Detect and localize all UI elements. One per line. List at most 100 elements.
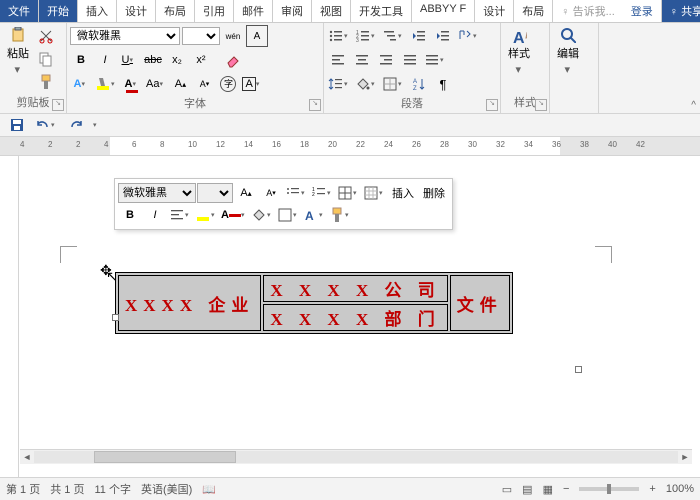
table-cell-file[interactable]: 文件 [450, 275, 510, 331]
horizontal-ruler[interactable]: 4224681012141618202224262830323436384042 [0, 137, 700, 156]
editing-button[interactable]: 编辑▾ [553, 25, 583, 78]
mini-font-select[interactable]: 微软雅黑 [118, 183, 196, 203]
tab-developer[interactable]: 开发工具 [351, 0, 412, 22]
mini-borders[interactable]: ▾ [276, 203, 301, 227]
format-painter-button[interactable] [35, 71, 57, 93]
tab-file[interactable]: 文件 [0, 0, 39, 22]
strikethrough-button[interactable]: abc [142, 49, 164, 71]
font-name-select[interactable]: 微软雅黑 [70, 27, 180, 45]
tab-design[interactable]: 设计 [117, 0, 156, 22]
mini-highlight[interactable]: ▾ [194, 203, 219, 227]
mini-delete-menu[interactable]: 删除 [419, 185, 449, 201]
tab-review[interactable]: 审阅 [273, 0, 312, 22]
zoom-slider[interactable] [579, 487, 639, 491]
line-spacing-button[interactable]: ▾ [327, 73, 352, 95]
cut-button[interactable] [35, 25, 57, 47]
tab-insert[interactable]: 插入 [78, 0, 117, 22]
subscript-button[interactable]: x₂ [166, 49, 188, 71]
horizontal-scrollbar[interactable]: ◄ ► [20, 449, 692, 464]
underline-button[interactable]: U▾ [118, 49, 140, 71]
status-language[interactable]: 英语(美国) [141, 481, 192, 497]
superscript-button[interactable]: x² [190, 49, 212, 71]
mini-drawtable[interactable]: ▾ [362, 181, 387, 205]
mini-styles[interactable]: A▾ [302, 203, 327, 227]
mini-shrink-font[interactable]: A▾ [259, 181, 283, 205]
document-table[interactable]: XXXX 企业 X X X X 公 司 文件 X X X X 部 门 [115, 272, 513, 334]
show-marks-button[interactable]: ¶ [432, 73, 454, 95]
mini-refcell[interactable]: ▾ [336, 181, 361, 205]
status-pages[interactable]: 共 1 页 [50, 481, 84, 497]
tell-me[interactable]: ♀ 告诉我... [553, 0, 622, 22]
multilevel-button[interactable]: ▾ [381, 25, 406, 47]
mini-grow-font[interactable]: A▴ [234, 181, 258, 205]
collapse-ribbon-button[interactable]: ^ [691, 100, 696, 111]
mini-italic[interactable]: I [143, 203, 167, 227]
phonetic-guide-button[interactable]: wén [222, 25, 244, 47]
scroll-left-button[interactable]: ◄ [20, 452, 34, 462]
scroll-right-button[interactable]: ► [678, 452, 692, 462]
table-cell-r2[interactable]: X X X X 部 门 [263, 304, 447, 331]
table-handle-left[interactable] [112, 314, 119, 321]
align-center-button[interactable] [351, 49, 373, 71]
tab-abbyy[interactable]: ABBYY F [412, 0, 475, 22]
font-color-button[interactable]: A▾ [121, 73, 143, 95]
mini-insert-menu[interactable]: 插入 [388, 185, 418, 201]
zoom-out-button[interactable]: − [563, 483, 569, 495]
shading-button[interactable]: ▾ [354, 73, 379, 95]
italic-button[interactable]: I [94, 49, 116, 71]
char-border-button[interactable]: A [246, 25, 268, 47]
shrink-font-button[interactable]: A▾ [193, 73, 215, 95]
scroll-thumb[interactable] [94, 451, 236, 463]
sort-button[interactable]: AZ [408, 73, 430, 95]
zoom-level[interactable]: 100% [666, 483, 694, 495]
clear-formatting-button[interactable] [222, 49, 244, 71]
qat-customize-button[interactable]: ▾ [93, 121, 100, 129]
table-cell-company-name[interactable]: XXXX 企业 [118, 275, 261, 331]
mini-formatpainter[interactable]: ▾ [328, 203, 353, 227]
highlight-button[interactable]: ▾ [94, 73, 119, 95]
table-handle-br[interactable] [575, 366, 582, 373]
increase-indent-button[interactable] [432, 25, 454, 47]
share-button[interactable]: ♀ 共享 [662, 0, 700, 22]
enclose-char-button[interactable]: 字 [217, 73, 239, 95]
decrease-indent-button[interactable] [408, 25, 430, 47]
font-dialog-launcher[interactable]: ↘ [309, 99, 321, 111]
char-shading-button[interactable]: Aa▾ [145, 73, 167, 95]
borders-button[interactable]: ▾ [381, 73, 406, 95]
numbering-button[interactable]: 123▾ [354, 25, 379, 47]
tab-mailings[interactable]: 邮件 [234, 0, 273, 22]
document-area[interactable]: 微软雅黑 A▴ A▾ ▾ 12▾ ▾ ▾ 插入 删除 B I ▾ ▾ A▾ ▾ … [0, 156, 700, 486]
view-print-layout[interactable]: ▭ [502, 483, 512, 496]
mini-bullets[interactable]: ▾ [284, 181, 309, 205]
mini-shading[interactable]: ▾ [250, 203, 275, 227]
table-cell-r1[interactable]: X X X X 公 司 [263, 275, 447, 302]
justify-button[interactable] [399, 49, 421, 71]
text-direction-button[interactable]: ▾ [456, 25, 481, 47]
grow-font-button[interactable]: A▴ [169, 73, 191, 95]
mini-align[interactable]: ▾ [168, 203, 193, 227]
tab-table-design[interactable]: 设计 [475, 0, 514, 22]
status-proofing-icon[interactable]: 📖 [202, 483, 216, 496]
char-border2-button[interactable]: A▾ [241, 73, 263, 95]
mini-fontcolor[interactable]: A▾ [220, 203, 249, 227]
styles-button[interactable]: A 样式▾ [504, 25, 534, 78]
tab-table-layout[interactable]: 布局 [514, 0, 553, 22]
status-words[interactable]: 11 个字 [94, 481, 130, 497]
qat-save-button[interactable] [6, 114, 28, 136]
clipboard-dialog-launcher[interactable]: ↘ [52, 99, 64, 111]
view-read-mode[interactable]: ▤ [522, 483, 532, 496]
mini-bold[interactable]: B [118, 203, 142, 227]
font-size-select[interactable] [182, 27, 220, 45]
align-left-button[interactable] [327, 49, 349, 71]
bullets-button[interactable]: ▾ [327, 25, 352, 47]
styles-dialog-launcher[interactable]: ↘ [535, 99, 547, 111]
zoom-in-button[interactable]: + [649, 483, 655, 495]
distributed-button[interactable]: ▾ [423, 49, 448, 71]
tab-view[interactable]: 视图 [312, 0, 351, 22]
mini-size-select[interactable] [197, 183, 233, 203]
text-effects-button[interactable]: A▾ [70, 73, 92, 95]
scroll-track[interactable] [34, 451, 678, 463]
tab-references[interactable]: 引用 [195, 0, 234, 22]
align-right-button[interactable] [375, 49, 397, 71]
qat-undo-button[interactable]: ▾ [34, 114, 59, 136]
